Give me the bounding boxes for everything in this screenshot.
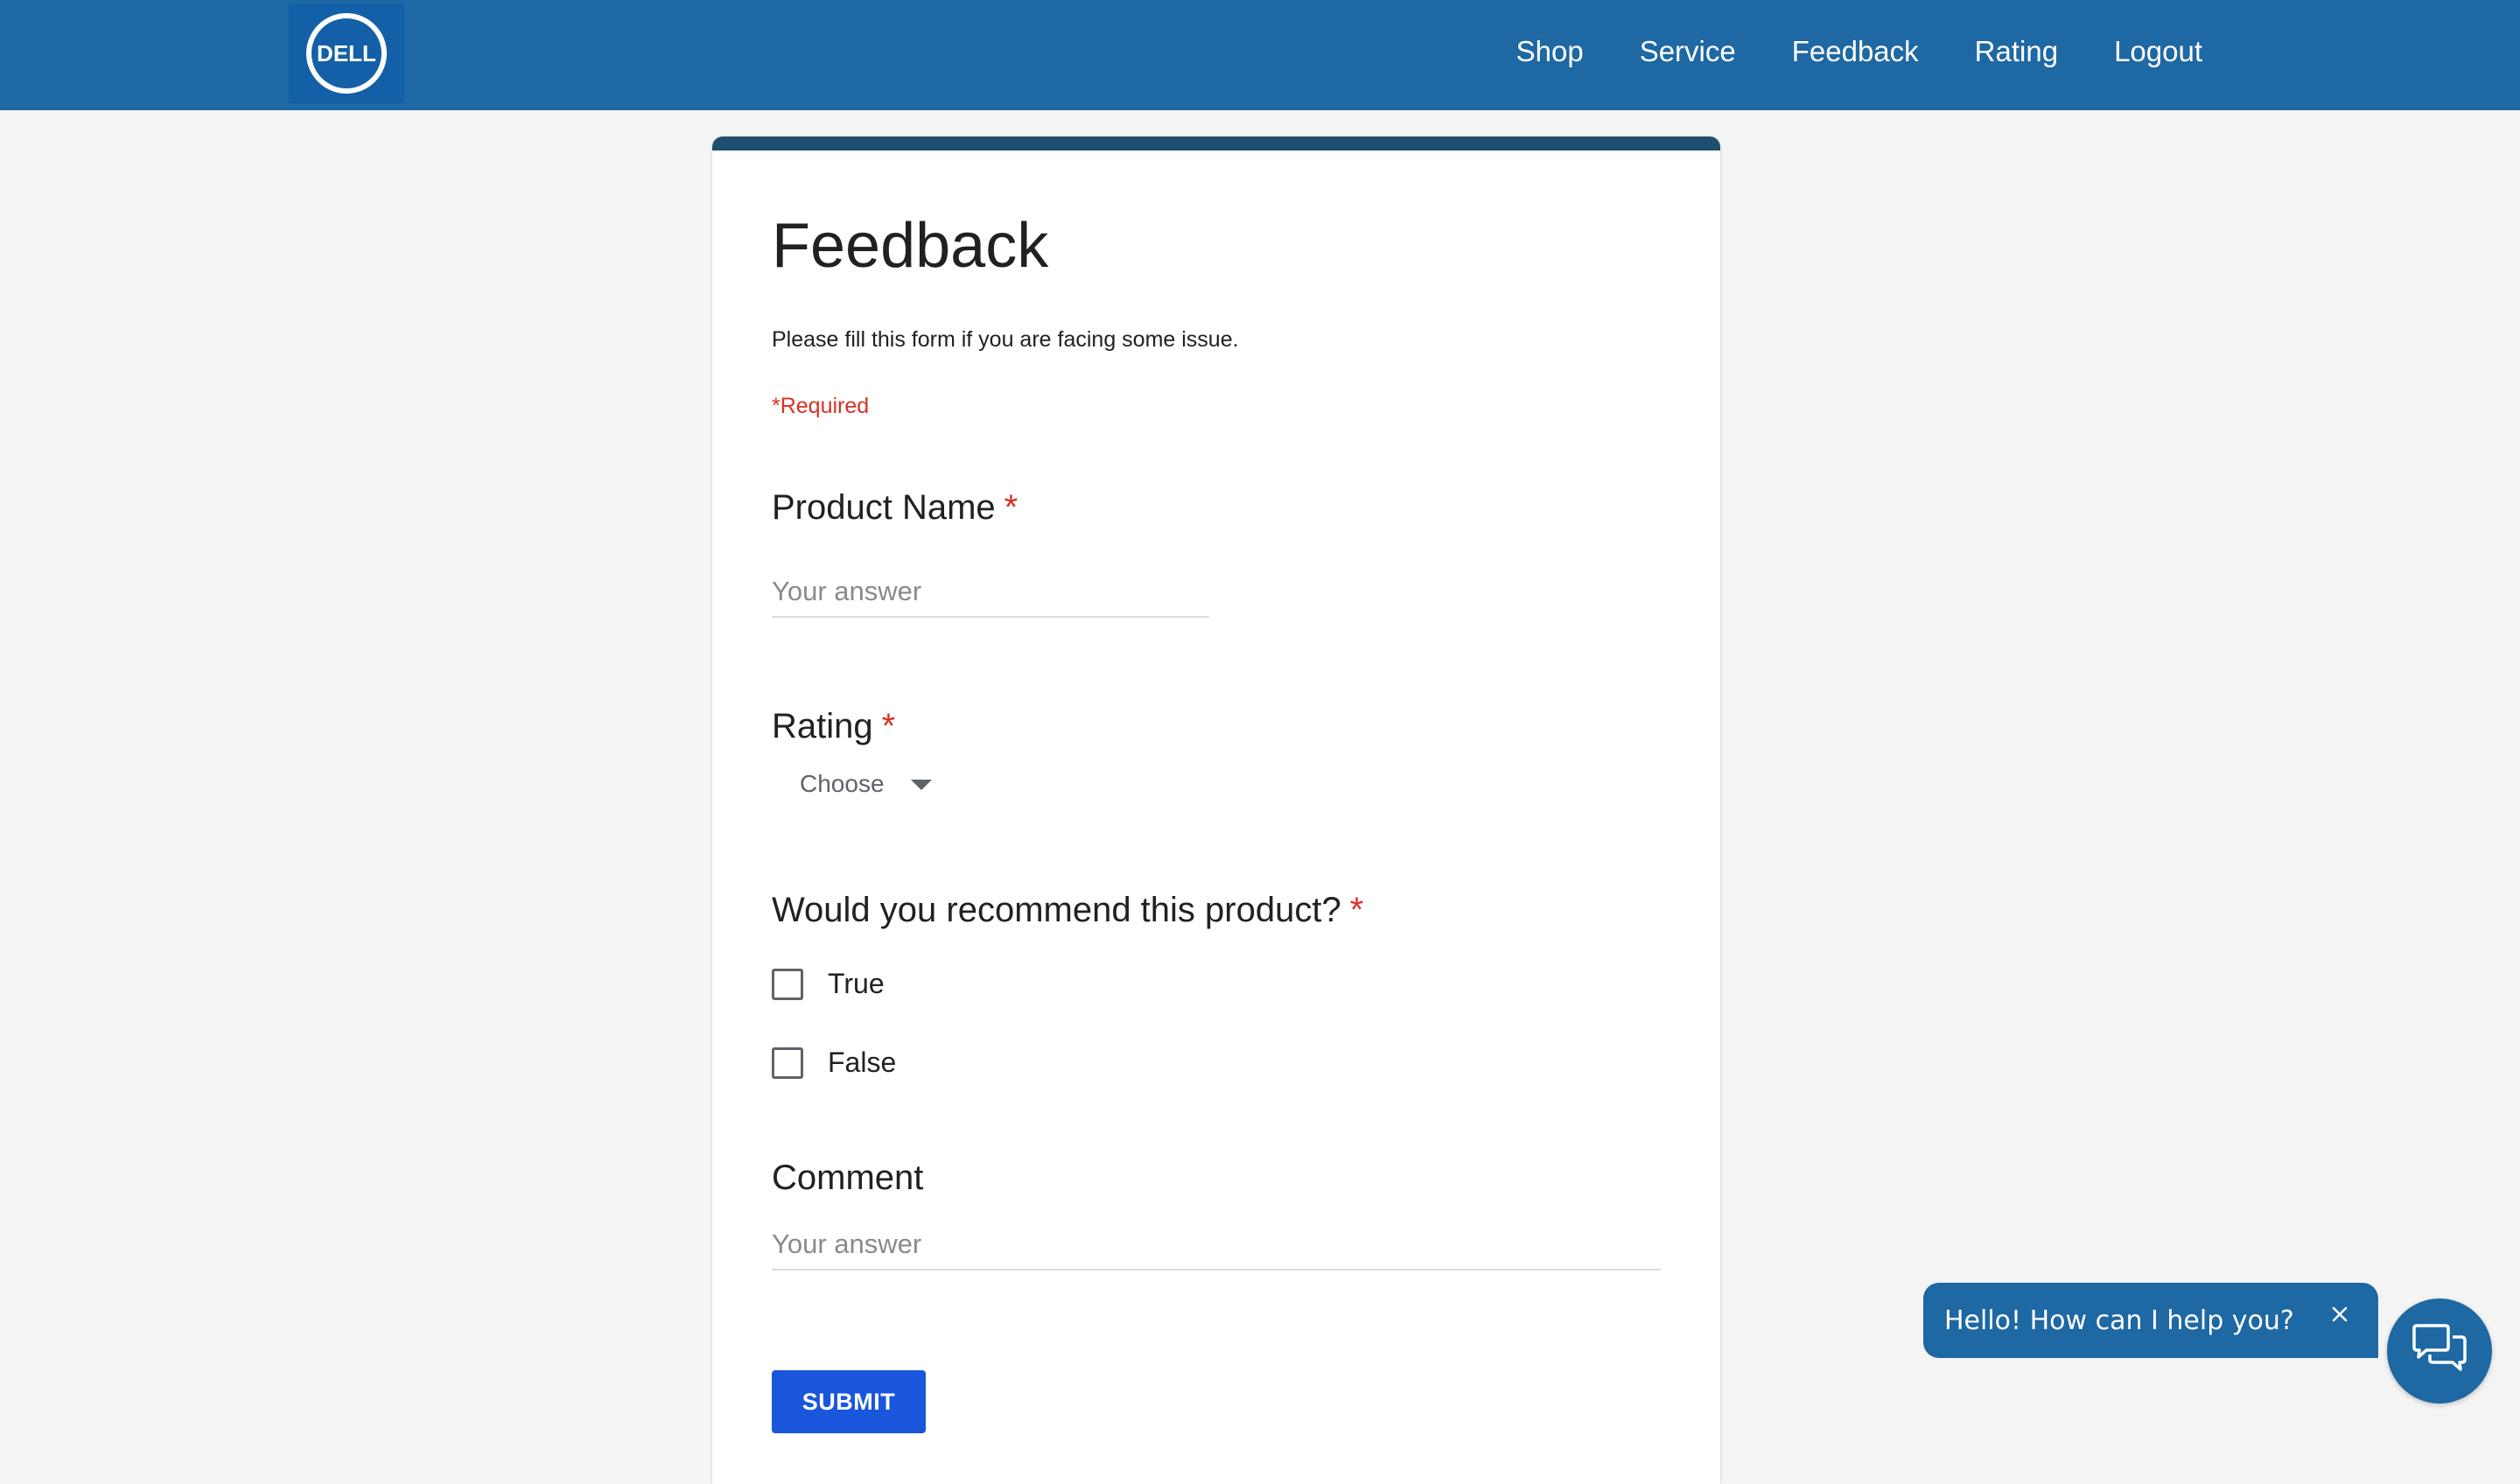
dell-logo[interactable]: DELL bbox=[289, 4, 404, 103]
nav-feedback[interactable]: Feedback bbox=[1792, 35, 1919, 68]
card-accent-bar bbox=[712, 136, 1720, 150]
product-name-label: Product Name * bbox=[772, 488, 1018, 528]
rating-select-value: Choose bbox=[800, 770, 885, 797]
nav-service[interactable]: Service bbox=[1640, 35, 1736, 68]
required-star: * bbox=[1349, 891, 1364, 929]
product-name-input[interactable] bbox=[772, 576, 1209, 618]
rating-select[interactable]: Choose bbox=[800, 770, 932, 798]
submit-button[interactable]: SUBMIT bbox=[772, 1370, 926, 1433]
form-title: Feedback bbox=[772, 211, 1049, 281]
comment-input[interactable] bbox=[772, 1228, 1661, 1270]
chat-greeting-bubble[interactable]: Hello! How can I help you? bbox=[1923, 1283, 2378, 1358]
product-name-label-text: Product Name bbox=[772, 488, 996, 527]
feedback-form-card: Feedback Please fill this form if you ar… bbox=[712, 136, 1720, 1484]
nav-menu: Shop Service Feedback Rating Logout bbox=[1460, 0, 2202, 103]
checkbox-true-label: True bbox=[828, 968, 885, 999]
required-star: * bbox=[1004, 488, 1018, 527]
recommend-label: Would you recommend this product? * bbox=[772, 891, 1363, 930]
chat-greeting-text: Hello! How can I help you? bbox=[1944, 1306, 2294, 1336]
nav-logout[interactable]: Logout bbox=[2114, 35, 2202, 68]
nav-rating[interactable]: Rating bbox=[1975, 35, 2058, 68]
form-description: Please fill this form if you are facing … bbox=[772, 327, 1239, 352]
recommend-option-false[interactable]: False bbox=[772, 1046, 896, 1079]
recommend-option-true[interactable]: True bbox=[772, 968, 885, 1000]
comment-label-text: Comment bbox=[772, 1158, 924, 1197]
required-star: * bbox=[881, 707, 896, 746]
checkbox-true[interactable] bbox=[772, 968, 803, 1000]
top-navbar: DELL Shop Service Feedback Rating Logout bbox=[0, 0, 2520, 110]
rating-label-text: Rating bbox=[772, 707, 873, 746]
nav-shop[interactable]: Shop bbox=[1516, 35, 1584, 68]
recommend-label-text: Would you recommend this product? bbox=[772, 891, 1341, 929]
checkbox-false-label: False bbox=[828, 1046, 897, 1078]
rating-label: Rating * bbox=[772, 707, 895, 746]
comment-label: Comment bbox=[772, 1158, 923, 1198]
logo-text: DELL bbox=[317, 39, 376, 66]
chevron-down-icon bbox=[910, 780, 932, 790]
checkbox-false[interactable] bbox=[772, 1046, 803, 1079]
logo-circle: DELL bbox=[306, 13, 387, 94]
required-note: *Required bbox=[772, 394, 870, 418]
chat-launcher-button[interactable] bbox=[2387, 1298, 2492, 1404]
close-icon[interactable] bbox=[2328, 1302, 2352, 1326]
chat-bubbles-icon bbox=[2411, 1323, 2468, 1380]
